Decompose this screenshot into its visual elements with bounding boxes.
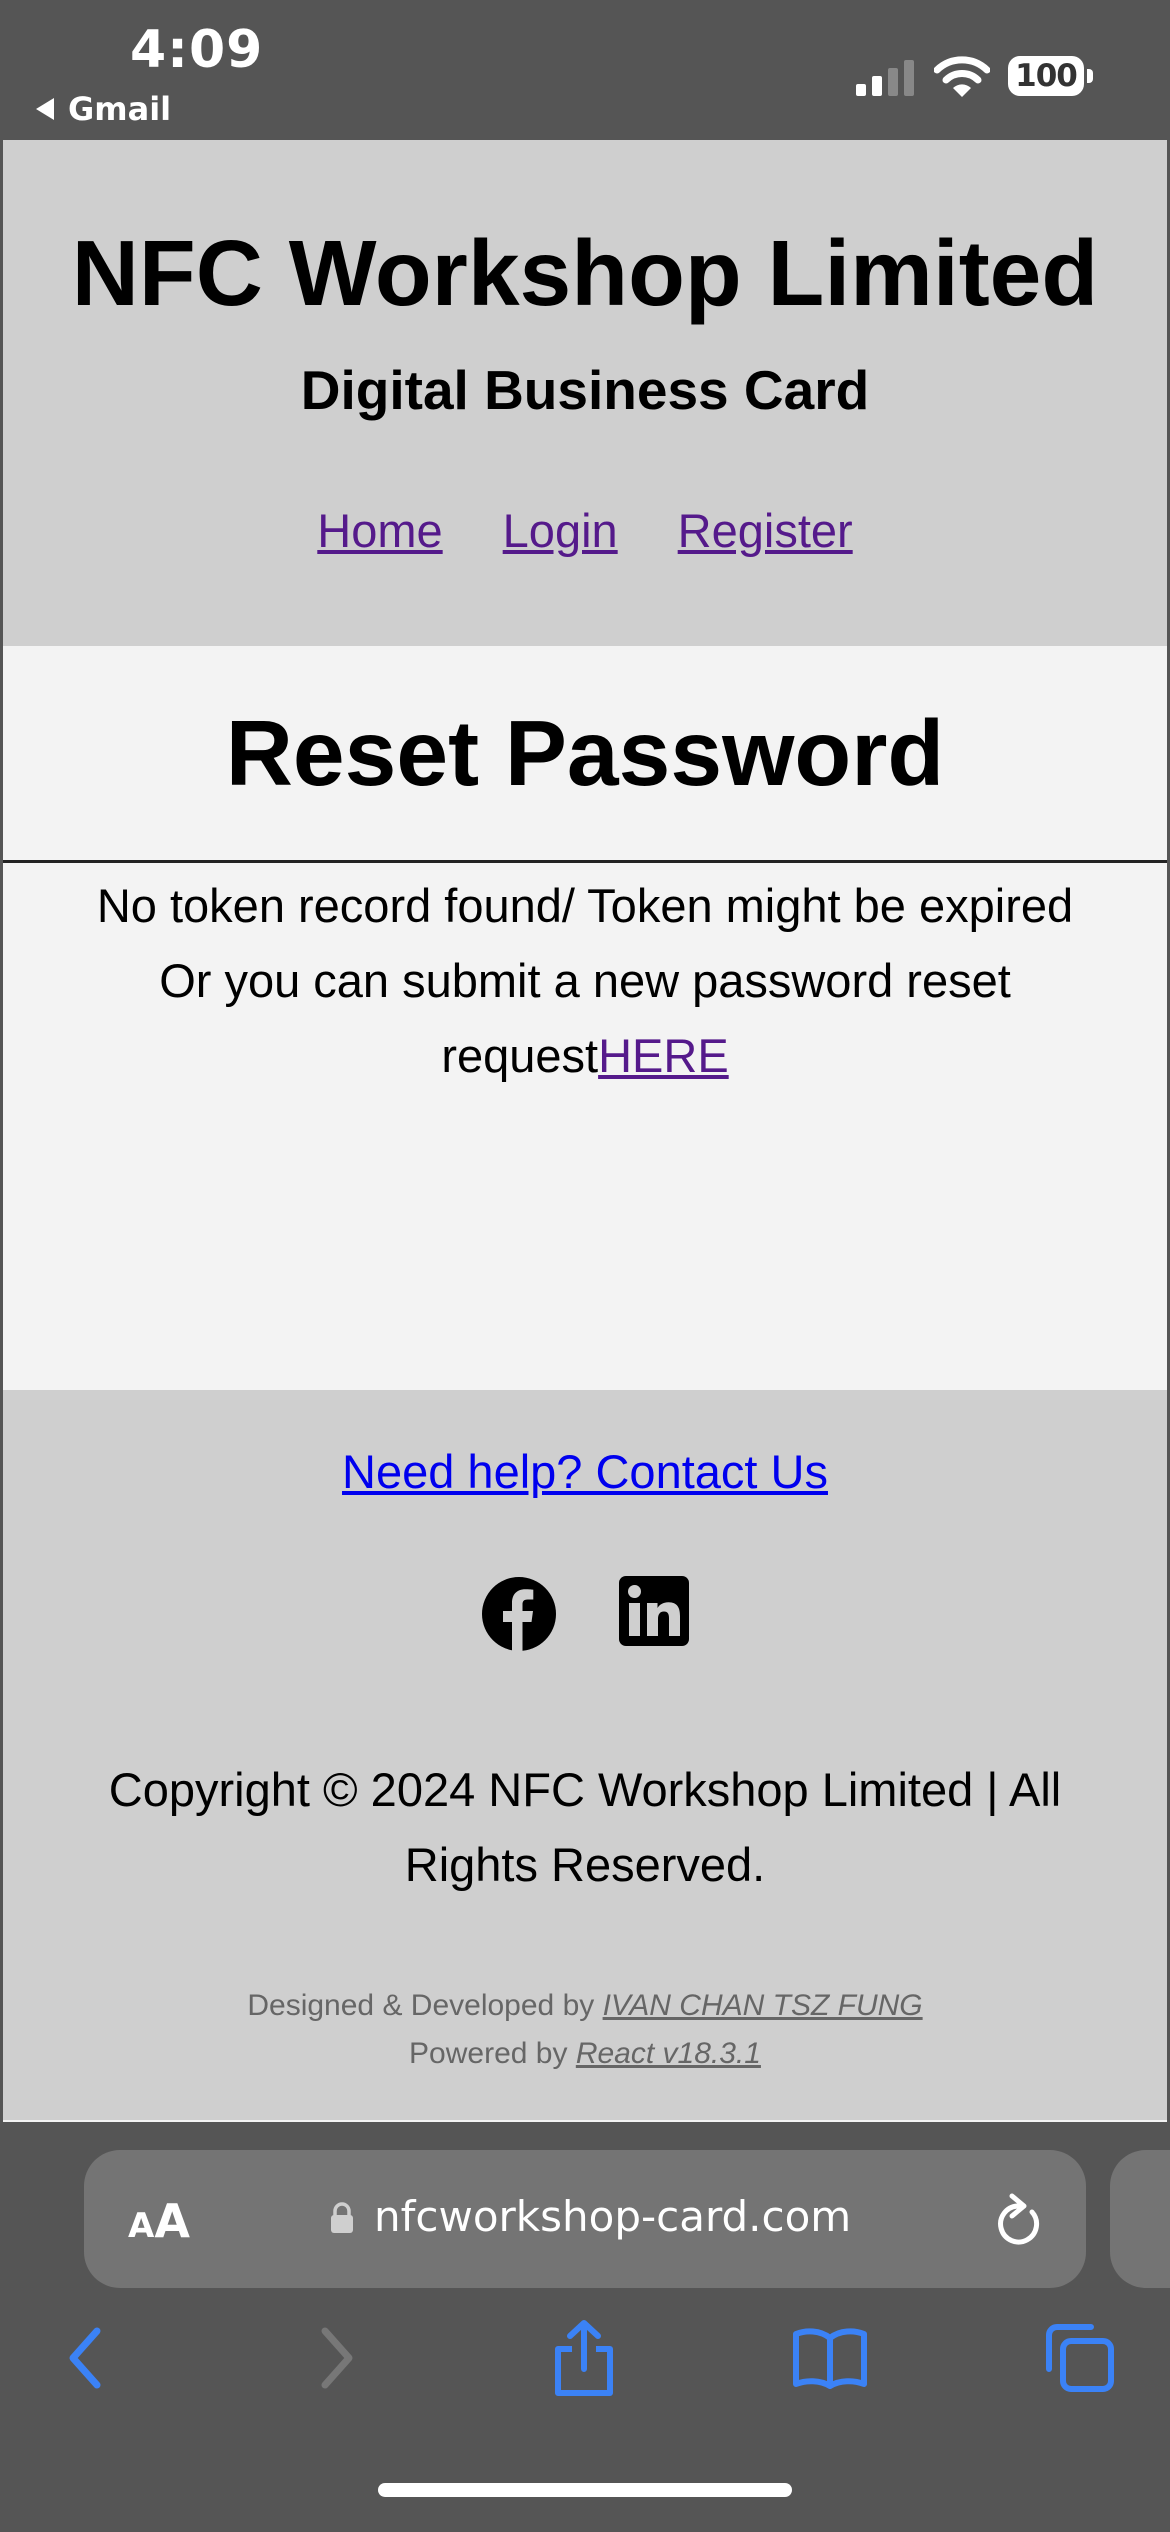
message-line-1: No token record found/ Token might be ex… [96,879,1074,932]
back-to-app-button[interactable]: Gmail [36,90,171,128]
message-text: Or you can submit a new password reset r… [159,954,1011,1082]
page-title: Reset Password [225,701,945,805]
react-link[interactable]: React v18.3.1 [576,2037,761,2070]
copyright-text: Copyright © 2024 NFC Workshop Limited | … [108,1763,1062,1891]
home-indicator[interactable] [378,2483,792,2497]
status-bar: 4:09 Gmail 100 [0,0,1170,140]
nav-link-home[interactable]: Home [317,503,442,558]
back-icon[interactable] [46,2318,126,2398]
share-icon[interactable] [544,2318,624,2398]
battery-level: 100 [1008,56,1084,96]
wifi-icon [934,56,990,97]
site-header: NFC Workshop Limited Digital Business Ca… [3,140,1167,646]
next-tab-preview[interactable] [1110,2150,1170,2288]
cellular-signal-icon [856,60,914,96]
linkedin-icon[interactable] [619,1576,689,1646]
main-nav: Home Login Register [3,503,1167,558]
url-text[interactable]: nfcworkshop-card.com [374,2192,851,2241]
battery-icon: 100 [1008,56,1094,98]
web-page: NFC Workshop Limited Digital Business Ca… [3,140,1167,2122]
address-bar[interactable]: AA nfcworkshop-card.com [84,2150,1086,2288]
tabs-icon[interactable] [1040,2318,1120,2398]
brand-tagline: Digital Business Card [300,359,870,421]
forward-icon[interactable] [296,2318,376,2398]
nav-link-login[interactable]: Login [503,503,618,558]
reload-icon[interactable] [992,2192,1044,2248]
status-time: 4:09 [130,20,264,80]
lock-icon [331,2202,353,2233]
message-line-2: Or you can submit a new password reset r… [63,943,1107,1093]
facebook-icon[interactable] [481,1576,557,1652]
nav-link-register[interactable]: Register [678,503,853,558]
powered-by-label: Powered by [409,2037,576,2070]
social-links [3,1576,1167,1652]
contact-us-link[interactable]: Need help? Contact Us [342,1445,828,1498]
designed-by-label: Designed & Developed by [247,1989,603,2022]
text-size-button[interactable]: AA [128,2194,190,2248]
browser-chrome: AA nfcworkshop-card.com [0,2124,1170,2532]
credits: Designed & Developed by IVAN CHAN TSZ FU… [3,1982,1167,2078]
reset-request-link[interactable]: HERE [598,1029,729,1082]
bookmarks-icon[interactable] [790,2318,870,2398]
divider [3,860,1167,863]
back-triangle-icon [36,98,54,120]
back-app-label: Gmail [68,90,172,128]
reset-message: No token record found/ Token might be ex… [63,868,1107,1093]
designer-link[interactable]: IVAN CHAN TSZ FUNG [603,1989,923,2022]
site-footer: Need help? Contact Us Copyright © 2024 N… [3,1390,1167,2120]
brand-title: NFC Workshop Limited [71,221,1099,325]
